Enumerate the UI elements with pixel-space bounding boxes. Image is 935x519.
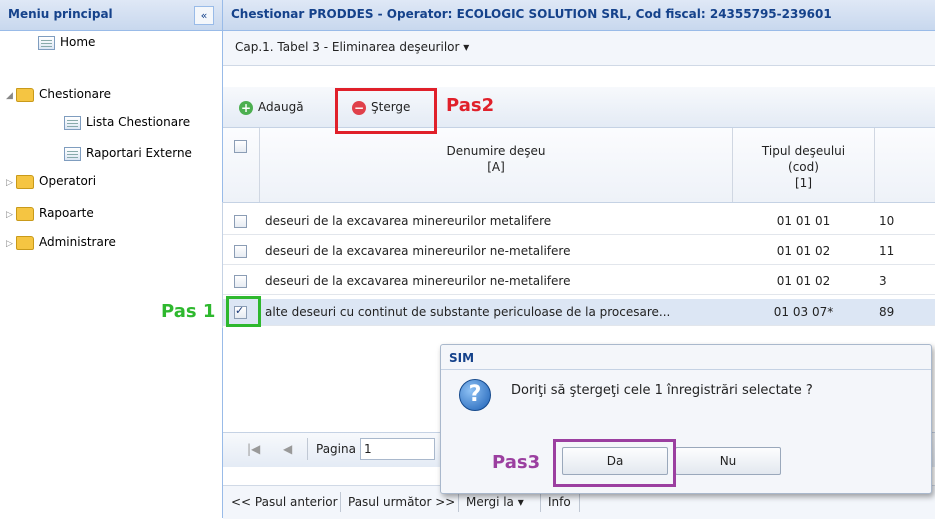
cell-code: 01 01 01: [776, 214, 831, 228]
cell-name: alte deseuri cu continut de substante pe…: [265, 305, 671, 319]
page-input[interactable]: 1: [360, 438, 435, 460]
column-header-sub: [1]: [795, 176, 812, 190]
folder-icon: [16, 87, 34, 102]
sidebar-item-label: Administrare: [39, 235, 116, 249]
sidebar-item-raportari-externe[interactable]: Raportari Externe: [64, 143, 192, 163]
cell-qty: 10: [879, 214, 895, 228]
row-checkbox[interactable]: [234, 275, 247, 288]
cell-name: deseuri de la excavarea minereurilor met…: [265, 214, 552, 228]
sidebar-item-operatori[interactable]: ▷ Operatori: [6, 171, 96, 191]
divider: [307, 438, 308, 460]
folder-icon: [16, 206, 34, 221]
sidebar-item-label: Chestionare: [39, 87, 112, 101]
table-row[interactable]: deseuri de la excavarea minereurilor met…: [223, 208, 935, 235]
step2-label: Pas2: [446, 95, 495, 116]
select-all-checkbox[interactable]: [234, 140, 247, 153]
first-page-icon[interactable]: |◀: [247, 442, 260, 456]
sidebar-item-rapoarte[interactable]: ▷ Rapoarte: [6, 203, 94, 223]
divider: [540, 492, 541, 512]
row-checkbox[interactable]: [234, 215, 247, 228]
step1-highlight: [226, 296, 261, 327]
sidebar-item-label: Lista Chestionare: [86, 115, 191, 129]
table-row[interactable]: deseuri de la excavarea minereurilor ne-…: [223, 238, 935, 265]
sidebar-item-label: Home: [60, 35, 96, 49]
info-link[interactable]: Info: [548, 495, 571, 509]
folder-icon: [16, 235, 34, 250]
collapsed-arrow-icon[interactable]: ▷: [6, 173, 16, 193]
no-button[interactable]: Nu: [675, 447, 781, 475]
dialog-message: Doriţi să ştergeţi cele 1 înregistrări s…: [511, 383, 813, 398]
cell-code: 01 01 02: [776, 274, 831, 288]
sidebar-header: Meniu principal «: [0, 0, 222, 31]
grid-icon: [64, 115, 81, 130]
next-step-link[interactable]: Pasul următor >>: [348, 495, 455, 509]
collapsed-arrow-icon[interactable]: ▷: [6, 234, 16, 254]
spacer: [223, 66, 935, 87]
step3-label: Pas3: [492, 452, 541, 473]
sidebar-item-label: Rapoarte: [39, 206, 94, 220]
column-header-qty[interactable]: [875, 128, 935, 202]
cell-qty: 89: [879, 305, 895, 319]
goto-menu[interactable]: Mergi la ▾: [466, 495, 524, 509]
divider: [222, 202, 223, 328]
collapse-icon[interactable]: «: [194, 6, 214, 25]
grid-icon: [64, 146, 81, 161]
section-selector-bar: Cap.1. Tabel 3 - Eliminarea deşeurilor ▾: [223, 31, 935, 66]
sidebar-item-lista-chestionare[interactable]: Lista Chestionare: [64, 112, 190, 132]
step2-highlight: [335, 88, 437, 134]
add-button[interactable]: + Adaugă: [235, 96, 308, 118]
plus-icon: +: [239, 100, 253, 115]
cell-qty: 3: [879, 274, 887, 288]
divider: [579, 492, 580, 512]
step3-highlight: [553, 439, 676, 487]
expanded-arrow-icon[interactable]: ◢: [6, 86, 16, 106]
step1-label: Pas 1: [161, 301, 216, 322]
section-dropdown[interactable]: Cap.1. Tabel 3 - Eliminarea deşeurilor ▾: [235, 40, 469, 54]
sidebar: Meniu principal « Home ◢ Chestionare List…: [0, 0, 223, 518]
page-title: Chestionar PRODDES - Operator: ECOLOGIC …: [231, 7, 832, 21]
cell-name: deseuri de la excavarea minereurilor ne-…: [265, 244, 571, 258]
column-header-sub: [A]: [487, 160, 505, 174]
table-row[interactable]: deseuri de la excavarea minereurilor ne-…: [223, 268, 935, 295]
sidebar-item-label: Operatori: [39, 174, 97, 188]
grid-header: Denumire deşeu [A] Tipul deşeului (cod) …: [223, 128, 935, 203]
sidebar-title: Meniu principal: [8, 7, 113, 21]
page-label: Pagina: [316, 442, 356, 456]
cell-qty: 11: [879, 244, 895, 258]
prev-step-link[interactable]: << Pasul anterior: [231, 495, 338, 509]
sidebar-item-label: Raportari Externe: [86, 146, 192, 160]
cell-code: 01 01 02: [776, 244, 831, 258]
collapsed-arrow-icon[interactable]: ▷: [6, 205, 16, 225]
column-header-denumire[interactable]: Denumire deşeu [A]: [260, 128, 733, 202]
row-checkbox[interactable]: [234, 245, 247, 258]
prev-page-icon[interactable]: ◀: [283, 442, 292, 456]
column-header-label: Tipul deşeului: [761, 144, 846, 158]
header-checkbox-cell: [223, 128, 260, 202]
divider: [458, 492, 459, 512]
question-icon: ?: [459, 379, 491, 411]
divider: [441, 369, 931, 370]
sidebar-item-home[interactable]: Home: [38, 32, 95, 52]
cell-code: 01 03 07*: [773, 305, 834, 319]
divider: [340, 492, 341, 512]
folder-icon: [16, 174, 34, 189]
column-header-tip[interactable]: Tipul deşeului (cod) [1]: [733, 128, 875, 202]
sidebar-item-administrare[interactable]: ▷ Administrare: [6, 232, 116, 252]
add-button-label: Adaugă: [258, 100, 304, 114]
table-row-selected[interactable]: alte deseuri cu continut de substante pe…: [223, 299, 935, 326]
cell-name: deseuri de la excavarea minereurilor ne-…: [265, 274, 571, 288]
column-header-label: (cod): [788, 160, 819, 174]
column-header-label: Denumire deşeu: [446, 144, 546, 158]
sidebar-item-chestionare[interactable]: ◢ Chestionare: [6, 84, 111, 104]
dialog-title: SIM: [449, 351, 475, 365]
panel-header: Chestionar PRODDES - Operator: ECOLOGIC …: [223, 0, 935, 31]
grid-icon: [38, 35, 55, 50]
grid-toolbar: + Adaugă − Şterge: [223, 87, 935, 128]
